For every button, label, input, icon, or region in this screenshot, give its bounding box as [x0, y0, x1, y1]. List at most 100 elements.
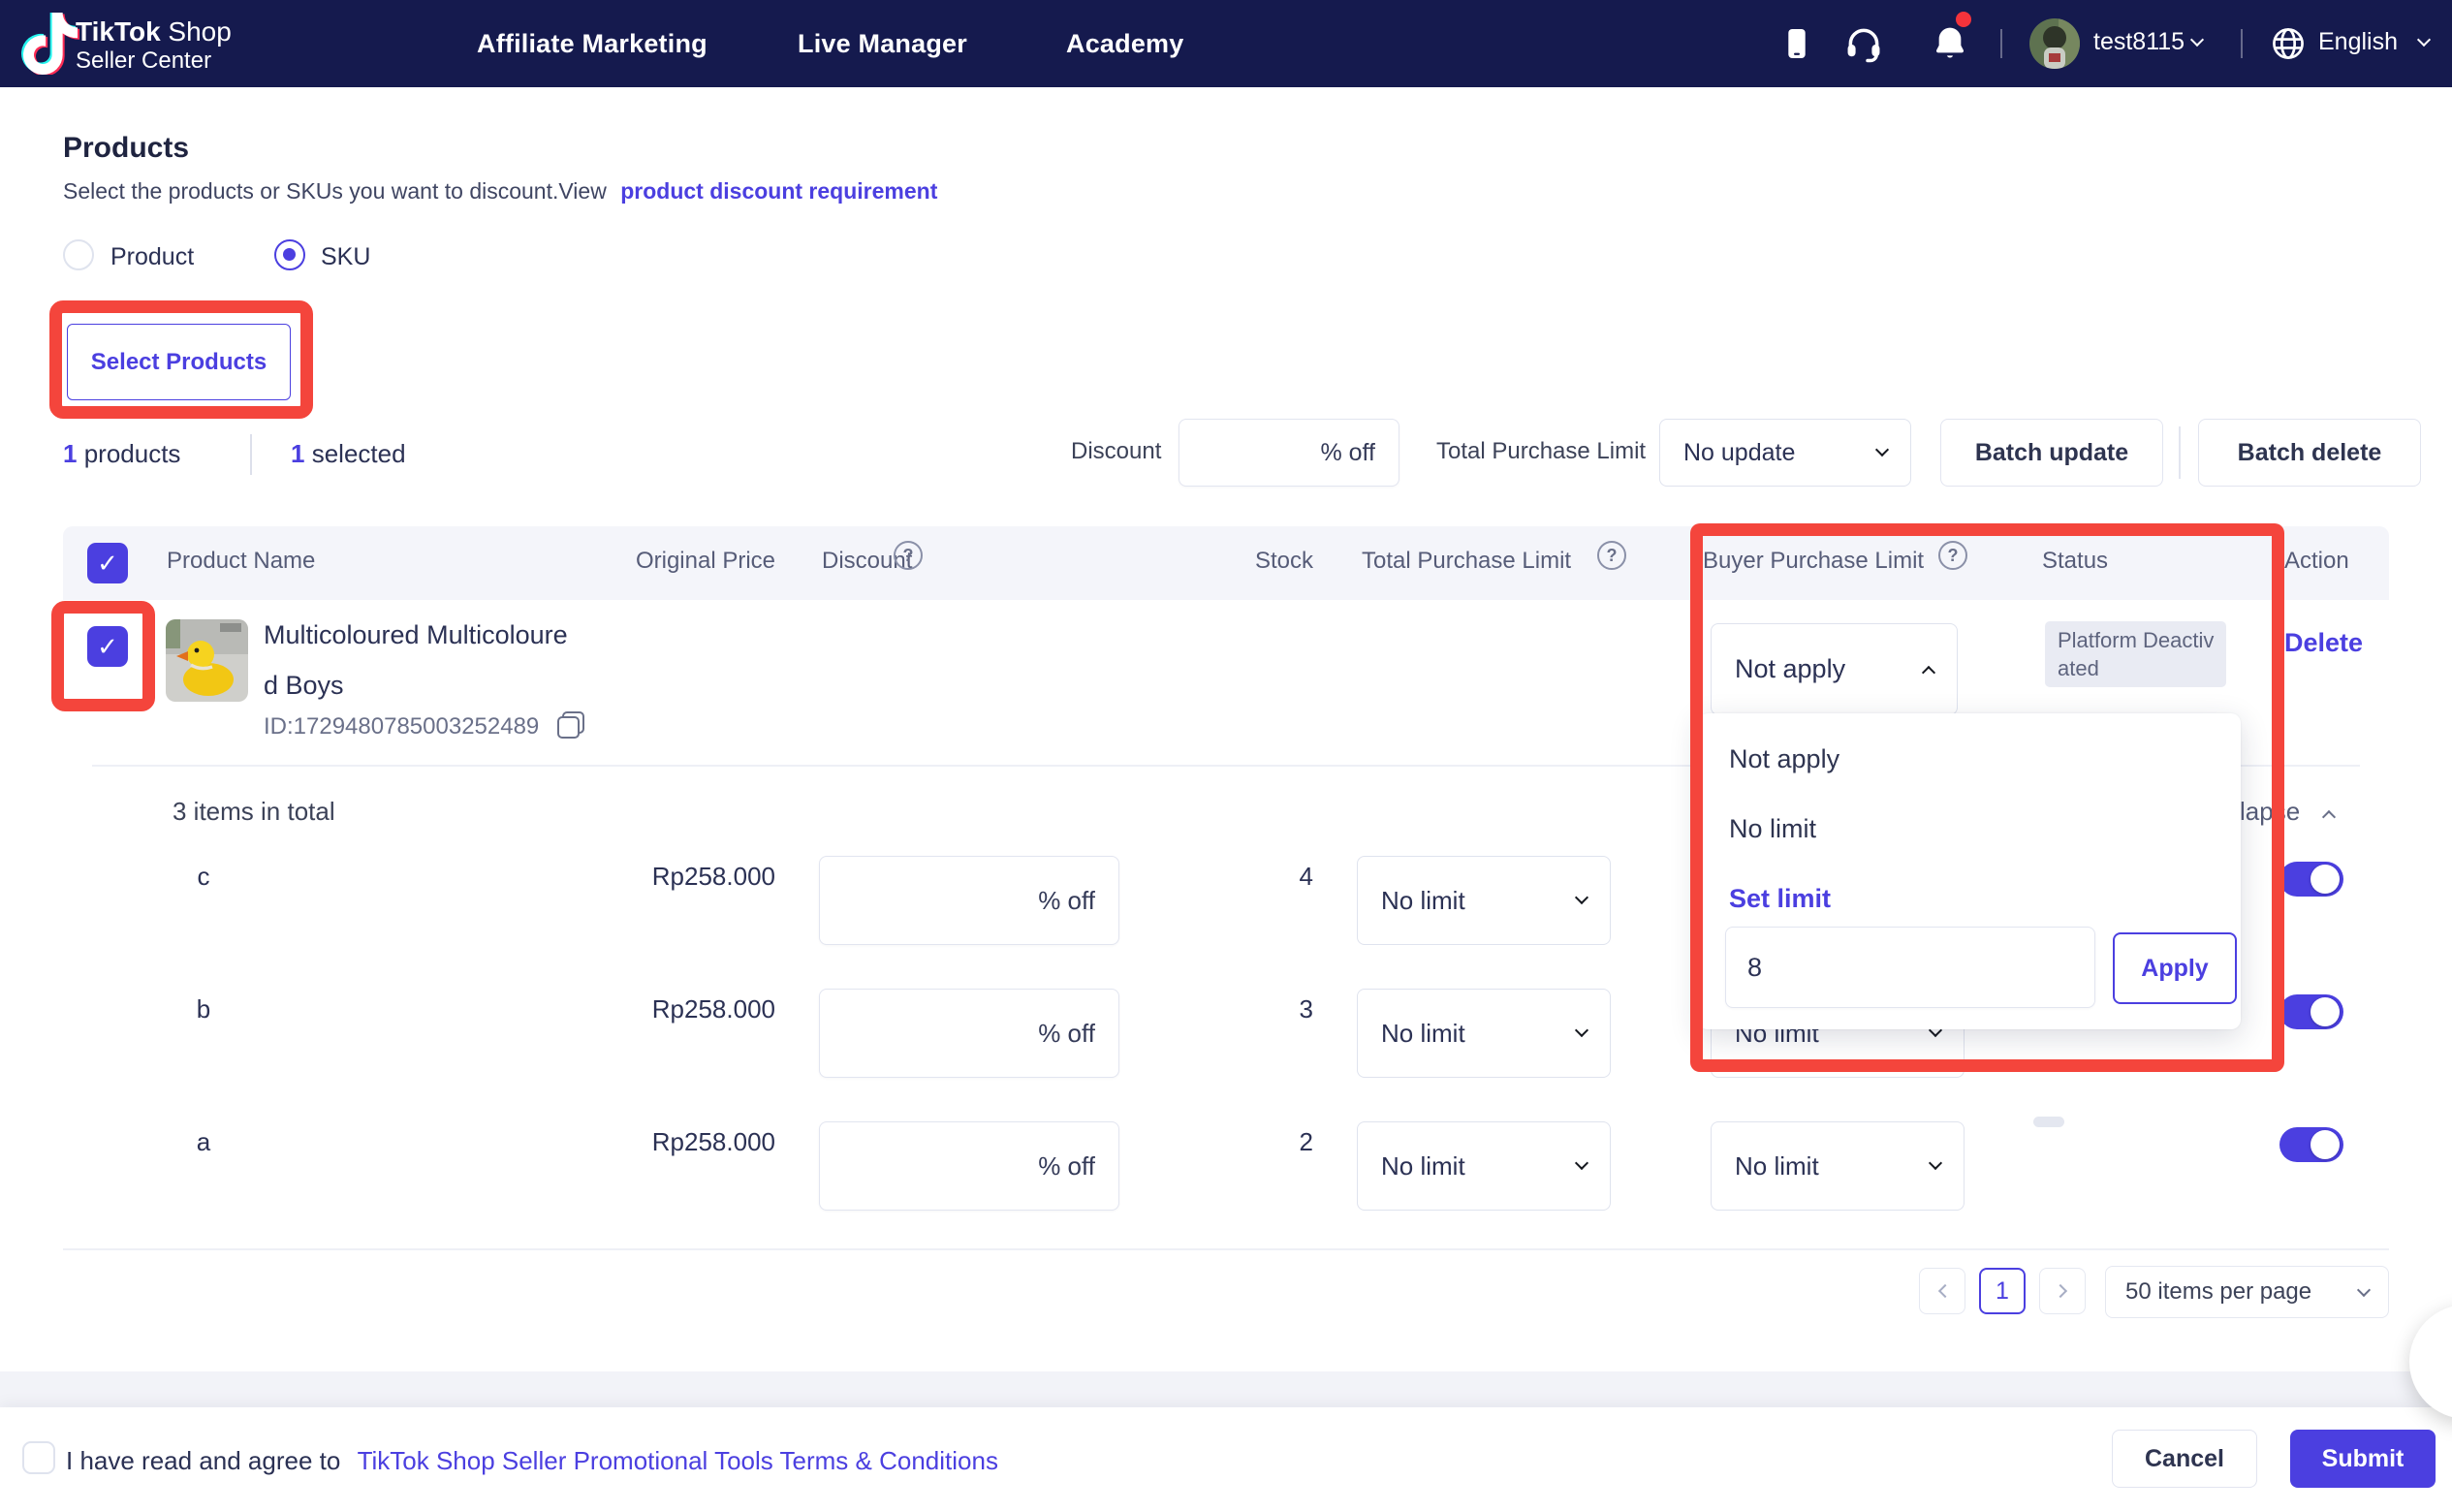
cancel-button[interactable]: Cancel — [2112, 1430, 2257, 1488]
dropdown-set-limit-option[interactable]: Set limit — [1729, 884, 1831, 914]
delete-action-link[interactable]: Delete — [2284, 628, 2363, 658]
select-products-button[interactable]: Select Products — [67, 324, 291, 400]
discount-requirement-link[interactable]: product discount requirement — [620, 178, 937, 204]
tiktok-logo-icon — [21, 13, 79, 75]
sku-discount-field-b[interactable] — [820, 1020, 1038, 1048]
buyer-limit-dropdown-panel: Not apply No limit Set limit Apply — [1698, 713, 2241, 1029]
sku-total-limit-select-a[interactable]: No limit — [1357, 1121, 1611, 1211]
nav-divider — [2000, 29, 2002, 58]
sku-active-toggle-c[interactable] — [2279, 862, 2343, 897]
collapse-chevron-up-icon — [2322, 810, 2336, 824]
sku-discount-field-c[interactable] — [820, 887, 1038, 915]
chevron-right-icon — [2053, 1284, 2066, 1298]
page-title: Products — [63, 132, 189, 165]
sku-total-limit-select-b[interactable]: No limit — [1357, 989, 1611, 1078]
copy-icon[interactable] — [557, 711, 584, 739]
sku-discount-input-b[interactable]: % off — [819, 989, 1119, 1078]
nav-item-academy[interactable]: Academy — [1066, 29, 1183, 59]
buyer-limit-chevron-up-icon — [1922, 665, 1935, 678]
brand-line1: TikTok Shop — [76, 16, 232, 47]
sku-total-limit-value-a: No limit — [1381, 1151, 1465, 1181]
header-status: Status — [2042, 548, 2108, 575]
batch-divider — [2179, 426, 2181, 479]
sku-discount-field-a[interactable] — [820, 1152, 1038, 1181]
sku-row-price: Rp258.000 — [538, 862, 775, 892]
language-label[interactable]: English — [2318, 28, 2398, 56]
submit-button[interactable]: Submit — [2290, 1430, 2436, 1488]
product-name-line1: Multicoloured Multicoloure — [264, 620, 568, 650]
apply-button[interactable]: Apply — [2113, 932, 2237, 1004]
nav-item-affiliate-marketing[interactable]: Affiliate Marketing — [477, 29, 707, 59]
subtitle-text: Select the products or SKUs you want to … — [63, 178, 607, 204]
pagination-next-button[interactable] — [2039, 1268, 2086, 1314]
radio-sku[interactable] — [274, 239, 305, 270]
sku-buyer-limit-value-a: No limit — [1735, 1151, 1819, 1181]
sku-discount-input-a[interactable]: % off — [819, 1121, 1119, 1211]
globe-icon[interactable] — [2270, 25, 2307, 62]
sku-row-name: b — [184, 994, 223, 1024]
pagination-page-1[interactable]: 1 — [1979, 1268, 2026, 1314]
batch-delete-button[interactable]: Batch delete — [2198, 419, 2421, 487]
user-avatar[interactable] — [2029, 18, 2080, 69]
count-divider — [250, 434, 252, 475]
language-chevron-down-icon[interactable] — [2417, 33, 2431, 47]
buyer-purchase-limit-help-icon[interactable]: ? — [1938, 541, 1967, 570]
set-limit-input-field[interactable] — [1726, 953, 2094, 983]
sku-total-limit-chevron-a — [1575, 1156, 1588, 1170]
background-band — [0, 1371, 2452, 1407]
page-subtitle: Select the products or SKUs you want to … — [63, 178, 937, 205]
items-per-page-select[interactable]: 50 items per page — [2105, 1266, 2389, 1318]
batch-discount-input[interactable]: % off — [1179, 419, 1399, 487]
discount-help-icon[interactable]: ? — [894, 541, 923, 570]
radio-sku-label[interactable]: SKU — [321, 243, 370, 271]
total-purchase-limit-help-icon[interactable]: ? — [1597, 541, 1626, 570]
nav-item-live-manager[interactable]: Live Manager — [798, 29, 967, 59]
batch-discount-label: Discount — [1071, 438, 1161, 465]
selected-count-number: 1 — [291, 439, 304, 468]
batch-discount-input-field[interactable] — [1179, 439, 1320, 467]
set-limit-input[interactable] — [1725, 927, 2095, 1008]
sku-discount-input-c[interactable]: % off — [819, 856, 1119, 945]
notification-bell-icon[interactable] — [1931, 24, 1969, 63]
product-name-line2: d Boys — [264, 671, 344, 701]
pagination-prev-button[interactable] — [1919, 1268, 1965, 1314]
status-badge: Platform Deactiv ated — [2045, 621, 2226, 687]
status-placeholder-dash — [2033, 1117, 2064, 1127]
sku-total-limit-value-c: No limit — [1381, 886, 1465, 916]
support-headset-icon[interactable] — [1843, 23, 1884, 64]
sku-active-toggle-b[interactable] — [2279, 994, 2343, 1029]
user-chevron-down-icon[interactable] — [2190, 33, 2204, 47]
chevron-left-icon — [1937, 1284, 1951, 1298]
sku-total-limit-select-c[interactable]: No limit — [1357, 856, 1611, 945]
batch-limit-select-value: No update — [1683, 439, 1795, 467]
status-line2: ated — [2058, 654, 2214, 682]
products-count: 1 products — [63, 439, 180, 469]
sku-active-toggle-a[interactable] — [2279, 1127, 2343, 1162]
terms-checkbox[interactable] — [22, 1441, 55, 1474]
radio-product-label[interactable]: Product — [110, 243, 194, 271]
dropdown-option-not-apply[interactable]: Not apply — [1729, 744, 1839, 774]
buyer-limit-select-open[interactable]: Not apply — [1711, 623, 1958, 715]
sku-stock-b: 3 — [1207, 994, 1313, 1024]
batch-total-purchase-limit-label: Total Purchase Limit — [1436, 438, 1646, 465]
terms-agree-text: I have read and agree to TikTok Shop Sel… — [66, 1446, 998, 1476]
select-all-checkbox[interactable]: ✓ — [87, 543, 128, 583]
mobile-app-icon[interactable] — [1779, 26, 1814, 61]
user-name[interactable]: test8115 — [2093, 28, 2185, 56]
dropdown-option-no-limit[interactable]: No limit — [1729, 814, 1816, 844]
row-checkbox[interactable]: ✓ — [87, 626, 128, 667]
sku-buyer-limit-chevron-a — [1929, 1156, 1942, 1170]
header-stock: Stock — [1207, 548, 1313, 575]
batch-limit-select[interactable]: No update — [1659, 419, 1911, 487]
sku-total-limit-value-b: No limit — [1381, 1019, 1465, 1049]
batch-update-button[interactable]: Batch update — [1940, 419, 2163, 487]
product-id-text: ID:1729480785003252489 — [264, 713, 539, 740]
table-bottom-divider — [63, 1248, 2389, 1250]
products-count-number: 1 — [63, 439, 77, 468]
sku-buyer-limit-select-a[interactable]: No limit — [1711, 1121, 1965, 1211]
radio-product[interactable] — [63, 239, 94, 270]
terms-link[interactable]: TikTok Shop Seller Promotional Tools Ter… — [358, 1446, 998, 1475]
header-buyer-purchase-limit: Buyer Purchase Limit — [1703, 548, 1924, 575]
nav-divider-2 — [2241, 29, 2243, 58]
product-image — [166, 619, 248, 702]
